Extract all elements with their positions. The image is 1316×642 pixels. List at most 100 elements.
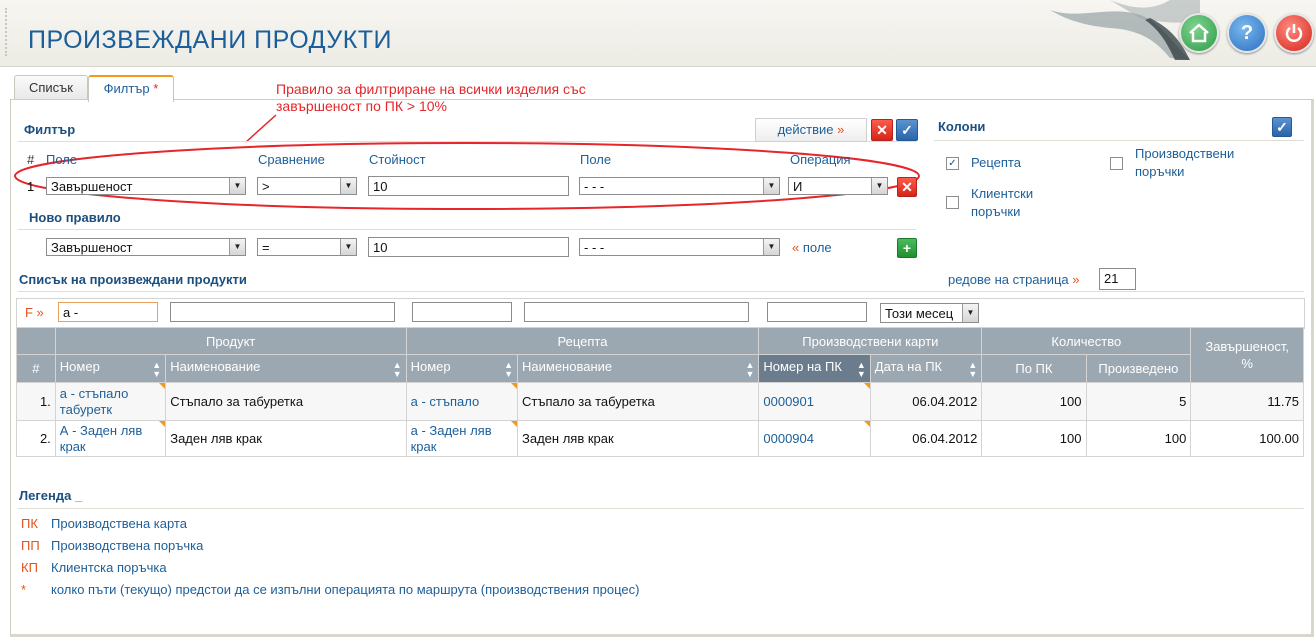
legend-desc: колко пъти (текущо) предстои да се изпъл…: [51, 582, 640, 597]
columns-divider: [934, 140, 1304, 141]
action-button[interactable]: действие »: [755, 118, 867, 142]
qty-card-cell: 100: [981, 420, 1087, 457]
power-button[interactable]: [1274, 13, 1314, 53]
product-name-cell: Заден ляв крак: [165, 420, 407, 457]
rows-per-page-arrow: »: [1072, 272, 1080, 287]
product-name-filter[interactable]: [170, 302, 395, 322]
page-title: ПРОИЗВЕЖДАНИ ПРОДУКТИ: [28, 26, 393, 54]
col-comparison-label: Сравнение: [258, 152, 325, 167]
new-rule-value-text: 10: [373, 240, 388, 255]
recipe-number-link[interactable]: а - стъпало: [411, 394, 480, 409]
legend-title[interactable]: Легенда _: [19, 488, 82, 503]
apply-filter-button[interactable]: ✓: [896, 119, 918, 141]
product-name-header[interactable]: Наименование ▲ ▼: [165, 354, 407, 383]
bird-logo: [1050, 0, 1200, 60]
rule-field-select[interactable]: Завършеност ▼: [46, 177, 246, 195]
date-filter-select[interactable]: Този месец ▼: [880, 303, 979, 323]
sort-icon: ▲ ▼: [856, 359, 866, 379]
chevron-down-icon: ▼: [340, 239, 356, 255]
sort-icon: ▲ ▼: [745, 359, 755, 379]
column-production-orders-checkbox[interactable]: [1110, 157, 1123, 170]
rule-operation-select[interactable]: И ▼: [788, 177, 888, 195]
card-number-link[interactable]: 0000901: [763, 394, 814, 409]
completion-header[interactable]: Завършеност, %: [1190, 327, 1304, 383]
group-cards-header: Производствени карти: [758, 327, 983, 355]
col-num-label: #: [27, 152, 35, 167]
add-rule-button[interactable]: +: [897, 238, 917, 258]
sort-icon: ▲ ▼: [152, 359, 162, 379]
new-rule-value-input[interactable]: 10: [368, 237, 569, 257]
product-number-filter[interactable]: а -: [58, 302, 158, 322]
product-number-link[interactable]: А - Заден ляв крак: [60, 423, 142, 454]
product-number-header-label: Номер: [59, 358, 100, 374]
rows-per-page-label: редове на страница »: [948, 272, 1080, 287]
new-rule-comparison-select[interactable]: = ▼: [257, 238, 357, 256]
rule-field2-select[interactable]: - - - ▼: [579, 177, 780, 195]
new-rule-field2-select[interactable]: - - - ▼: [579, 238, 780, 256]
power-icon: [1285, 24, 1303, 42]
row-num: 1.: [16, 382, 56, 421]
new-rule-field-select[interactable]: Завършеност ▼: [46, 238, 246, 256]
chevron-down-icon: ▼: [962, 304, 978, 322]
rows-per-page-input[interactable]: 21: [1099, 268, 1136, 290]
legend-desc: Производствена поръчка: [51, 538, 204, 553]
list-divider: [18, 291, 1304, 292]
group-quantity-header: Количество: [981, 327, 1192, 355]
card-number-header[interactable]: Номер на ПК ▲ ▼: [758, 354, 871, 383]
product-name-header-label: Наименование: [170, 358, 261, 374]
tab-list-label: Списък: [28, 80, 73, 95]
home-button[interactable]: [1179, 13, 1219, 53]
chevron-down-icon: ▼: [763, 178, 779, 194]
table-row: 1. а - стъпало табуретк Стъпало за табур…: [16, 382, 1304, 421]
rule-value-input[interactable]: 10: [368, 176, 569, 196]
product-number-header[interactable]: Номер ▲ ▼: [54, 354, 167, 383]
recipe-number-cell: а - Заден ляв крак: [405, 420, 519, 457]
legend-abbr: КП: [21, 560, 38, 575]
card-number-filter[interactable]: [767, 302, 867, 322]
card-date-header[interactable]: Дата на ПК ▲ ▼: [869, 354, 983, 383]
chevron-down-icon: ▼: [229, 178, 245, 194]
recipe-name-filter[interactable]: [524, 302, 749, 322]
product-number-link[interactable]: а - стъпало табуретк: [60, 386, 129, 417]
plus-icon: +: [902, 240, 912, 256]
products-table: Продукт Рецепта Производствени карти Кол…: [16, 327, 1304, 457]
recipe-name-header[interactable]: Наименование ▲ ▼: [516, 354, 760, 383]
add-field-arrow: «: [792, 240, 800, 255]
group-product-header: Продукт: [54, 327, 407, 355]
legend-abbr: *: [21, 582, 27, 597]
card-number-link[interactable]: 0000904: [763, 431, 814, 446]
help-icon: ?: [1240, 21, 1254, 44]
qty-card-header: По ПК: [981, 354, 1087, 383]
card-date-cell: 06.04.2012: [869, 420, 983, 457]
recipe-number-header-label: Номер: [410, 358, 451, 374]
rows-per-page-value: 21: [1104, 271, 1119, 286]
column-production-orders-label: Производствени поръчки: [1135, 146, 1235, 179]
recipe-name-header-label: Наименование: [522, 358, 613, 374]
check-icon: ✓: [901, 121, 913, 138]
annotation-callout: [14, 114, 920, 210]
new-rule-comparison-value: =: [262, 240, 270, 255]
delete-rule-button[interactable]: ✕: [897, 177, 917, 197]
legend-abbr: ПП: [21, 538, 40, 553]
column-recipe-checkbox[interactable]: ✓: [946, 157, 959, 170]
recipe-number-link[interactable]: а - Заден ляв крак: [411, 423, 492, 454]
columns-apply-button[interactable]: ✓: [1272, 117, 1292, 137]
tab-filter[interactable]: Филтър *: [88, 75, 174, 102]
cancel-filter-button[interactable]: ✕: [871, 119, 893, 141]
product-name-cell: Стъпало за табуретка: [165, 382, 407, 421]
add-field-link[interactable]: « поле: [792, 240, 832, 255]
group-recipe-header: Рецепта: [405, 327, 760, 355]
sort-icon: ▲ ▼: [392, 359, 402, 379]
rule-number: 1: [27, 179, 35, 194]
qty-produced-header: Произведено: [1085, 354, 1192, 383]
legend-title-text: Легенда: [19, 488, 72, 503]
recipe-number-filter[interactable]: [412, 302, 512, 322]
table-row: 2. А - Заден ляв крак Заден ляв крак а -…: [16, 420, 1304, 457]
help-button[interactable]: ?: [1227, 13, 1267, 53]
column-client-orders-checkbox[interactable]: [946, 196, 959, 209]
filter-title: Филтър: [24, 122, 76, 137]
rule-comparison-value: >: [262, 179, 270, 194]
rule-comparison-select[interactable]: > ▼: [257, 177, 357, 195]
recipe-number-header[interactable]: Номер ▲ ▼: [405, 354, 519, 383]
row-num: 2.: [16, 420, 56, 457]
